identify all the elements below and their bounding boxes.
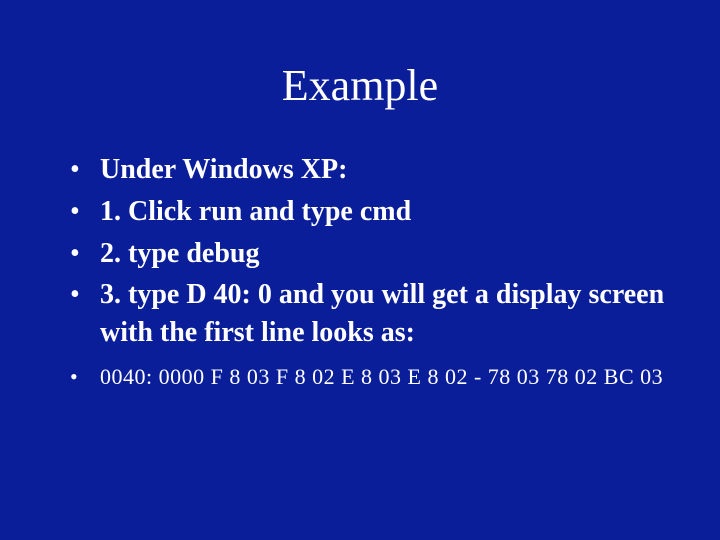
list-item: 3. type D 40: 0 and you will get a displ…: [70, 276, 680, 352]
code-line-item: 0040: 0000 F 8 03 F 8 02 E 8 03 E 8 02 -…: [70, 362, 680, 392]
bullet-list: Under Windows XP: 1. Click run and type …: [40, 151, 680, 392]
slide-title: Example: [40, 60, 680, 111]
list-item: Under Windows XP:: [70, 151, 680, 189]
list-item: 2. type debug: [70, 235, 680, 273]
list-item: 1. Click run and type cmd: [70, 193, 680, 231]
hex-dump-line: 0040: 0000 F 8 03 F 8 02 E 8 03 E 8 02 -…: [100, 362, 680, 392]
